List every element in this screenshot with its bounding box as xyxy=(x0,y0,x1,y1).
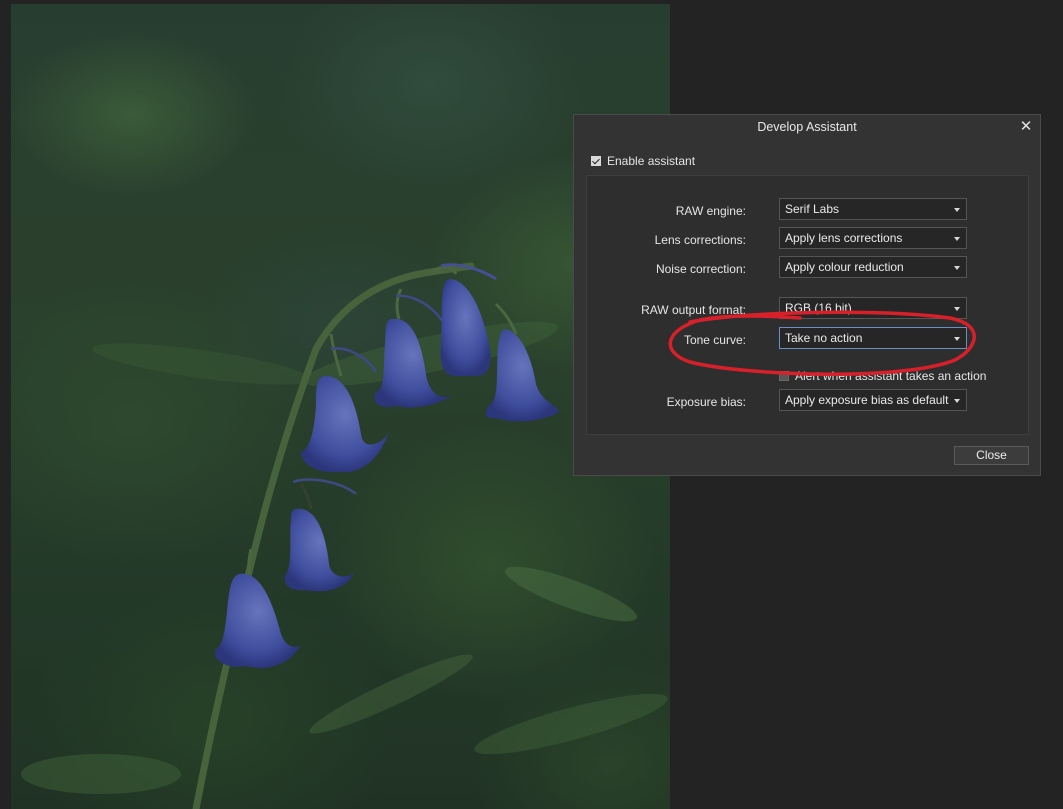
chevron-down-icon xyxy=(954,337,960,341)
tone-curve-value: Take no action xyxy=(785,331,863,345)
alert-checkbox[interactable]: Alert when assistant takes an action xyxy=(779,369,986,383)
chevron-down-icon xyxy=(954,399,960,403)
noise-correction-label: Noise correction: xyxy=(655,262,746,276)
photo-canvas xyxy=(11,4,670,809)
chevron-down-icon xyxy=(954,266,960,270)
develop-assistant-dialog: Develop Assistant ✕ Enable assistant RAW… xyxy=(573,114,1041,476)
exposure-bias-select[interactable]: Apply exposure bias as default xyxy=(779,389,967,411)
tone-curve-label: Tone curve: xyxy=(683,333,746,347)
chevron-down-icon xyxy=(954,237,960,241)
exposure-bias-label: Exposure bias: xyxy=(666,395,746,409)
lens-corrections-select[interactable]: Apply lens corrections xyxy=(779,227,967,249)
unchecked-box-icon[interactable] xyxy=(779,371,789,381)
lens-corrections-label: Lens corrections: xyxy=(654,233,746,247)
close-icon[interactable]: ✕ xyxy=(1016,117,1036,137)
noise-correction-value: Apply colour reduction xyxy=(785,260,904,274)
settings-panel: RAW engine: Serif Labs Lens corrections:… xyxy=(586,175,1029,435)
exposure-bias-value: Apply exposure bias as default xyxy=(785,393,949,407)
raw-output-format-label: RAW output format: xyxy=(641,303,746,317)
noise-correction-select[interactable]: Apply colour reduction xyxy=(779,256,967,278)
raw-engine-value: Serif Labs xyxy=(785,202,840,216)
lens-corrections-value: Apply lens corrections xyxy=(785,231,903,245)
dialog-title: Develop Assistant xyxy=(757,120,857,134)
raw-output-format-value: RGB (16 bit) xyxy=(785,301,852,315)
alert-label: Alert when assistant takes an action xyxy=(795,369,987,383)
close-button[interactable]: Close xyxy=(954,446,1029,465)
bluebell-photo xyxy=(11,4,670,809)
tone-curve-select[interactable]: Take no action xyxy=(779,327,967,349)
enable-assistant-checkbox[interactable]: Enable assistant xyxy=(591,154,695,168)
raw-engine-label: RAW engine: xyxy=(675,204,746,218)
check-icon[interactable] xyxy=(591,156,601,166)
app-window: Develop Assistant ✕ Enable assistant RAW… xyxy=(0,0,1063,809)
raw-output-format-select[interactable]: RGB (16 bit) xyxy=(779,297,967,319)
raw-engine-select[interactable]: Serif Labs xyxy=(779,198,967,220)
enable-assistant-label: Enable assistant xyxy=(607,154,696,168)
chevron-down-icon xyxy=(954,307,960,311)
chevron-down-icon xyxy=(954,208,960,212)
